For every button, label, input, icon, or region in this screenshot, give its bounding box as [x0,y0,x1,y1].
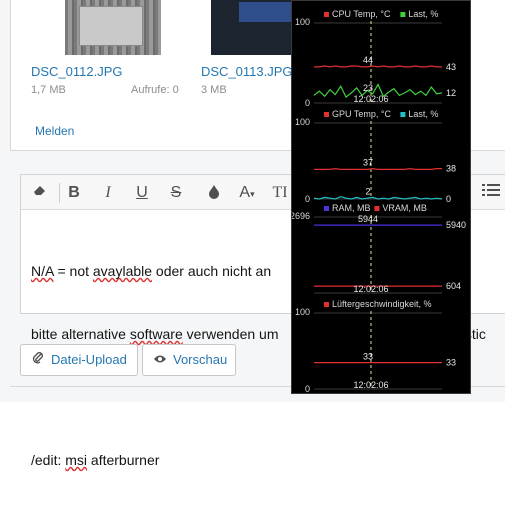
hardware-monitor-overlay[interactable]: CPU Temp, °C Last, % 100 0 43 44 12 23 12:02:06 G… [291,0,471,394]
series-line [314,167,442,170]
editor-line-4: /edit: msi afterburner [31,450,501,471]
legend-label: Last, % [408,109,438,119]
text-segment: bitte alternative [31,326,130,342]
cursor-time: 12:02:06 [353,380,388,390]
text-segment: N/A [31,263,54,279]
legend-swatch [400,12,406,17]
chevron-down-icon: ▾ [250,189,255,199]
legend-swatch [324,206,329,211]
cursor-value: 5944 [358,214,378,224]
graph-title: RAM, MB [332,203,371,213]
report-link[interactable]: Melden [35,124,74,138]
italic-button[interactable]: I [97,183,119,203]
y-min-label: 0 [305,194,310,204]
text-segment: avaylable [92,263,153,279]
attachment-thumbnail-2[interactable] [211,0,301,55]
series-end-value: 43 [446,62,456,72]
eraser-icon[interactable] [29,183,51,203]
attachment-size-2: 3 MB [201,84,227,96]
legend-label: VRAM, MB [382,203,427,213]
series-end-value: 33 [446,358,456,368]
text-segment: verwenden um [182,326,279,342]
legend-swatch [400,112,406,117]
cursor-time: 12:02:06 [353,284,388,294]
paperclip-icon [31,345,45,375]
cursor-value: 23 [363,83,373,93]
legend-swatch [324,112,329,117]
text-segment: /edit: [31,452,66,468]
attachment-name-1[interactable]: DSC_0112.JPG [31,64,123,79]
file-upload-button[interactable]: Datei-Upload [20,344,138,376]
y-max-label: 100 [295,307,310,317]
graph-title: Lüftergeschwindigkeit, % [332,299,432,309]
graph-title: CPU Temp, °C [332,9,391,19]
hardware-monitor-graphs: CPU Temp, °C Last, %10004344122312:02:06G… [292,9,466,394]
list-icon[interactable] [479,183,503,203]
series-end-value: 12 [446,88,456,98]
text-format-button[interactable]: TI [269,183,291,203]
preview-label: Vorschau [173,352,228,367]
cursor-value: 44 [363,55,373,65]
legend-swatch [374,206,380,211]
graph-title: GPU Temp, °C [332,109,391,119]
text-segment: afterburner [87,452,160,468]
y-min-label: 0 [305,98,310,108]
font-size-label: A [239,184,251,201]
series-end-value: 0 [446,194,451,204]
y-max-label: 100 [295,17,310,27]
legend-swatch [324,302,329,307]
y-max-label: 2696 [292,211,310,221]
text-segment: software [129,326,183,342]
font-size-button[interactable]: A▾ [233,183,261,203]
text-segment: oder auch nicht an [152,263,272,279]
underline-button[interactable]: U [131,183,153,203]
y-max-label: 100 [295,117,310,127]
toolbar-separator [59,183,60,203]
text-segment: msi [65,452,88,468]
text-segment: = not [53,263,93,279]
series-end-value: 38 [446,164,456,174]
droplet-icon[interactable] [203,183,225,203]
y-min-label: 0 [305,384,310,394]
bold-button[interactable]: B [63,183,85,203]
series-line [314,65,442,68]
cursor-time: 12:02:06 [353,94,388,104]
eye-icon [153,345,167,375]
series-line [313,195,443,200]
legend-swatch [324,12,329,17]
cursor-value: 33 [363,352,373,362]
cursor-value: 2 [365,186,370,196]
legend-label: Last, % [408,9,438,19]
series-end-value: 604 [446,281,461,291]
attachment-size-1: 1,7 MB [31,84,66,96]
attachment-views-1: Aufrufe: 0 [131,84,179,96]
attachment-thumbnail-1[interactable] [65,0,161,55]
cursor-value: 37 [363,158,373,168]
preview-button[interactable]: Vorschau [142,344,236,376]
series-end-value: 5940 [446,220,466,230]
strikethrough-button[interactable]: S [165,183,187,203]
attachment-name-2[interactable]: DSC_0113.JPG [201,64,293,79]
file-upload-label: Datei-Upload [51,352,127,367]
